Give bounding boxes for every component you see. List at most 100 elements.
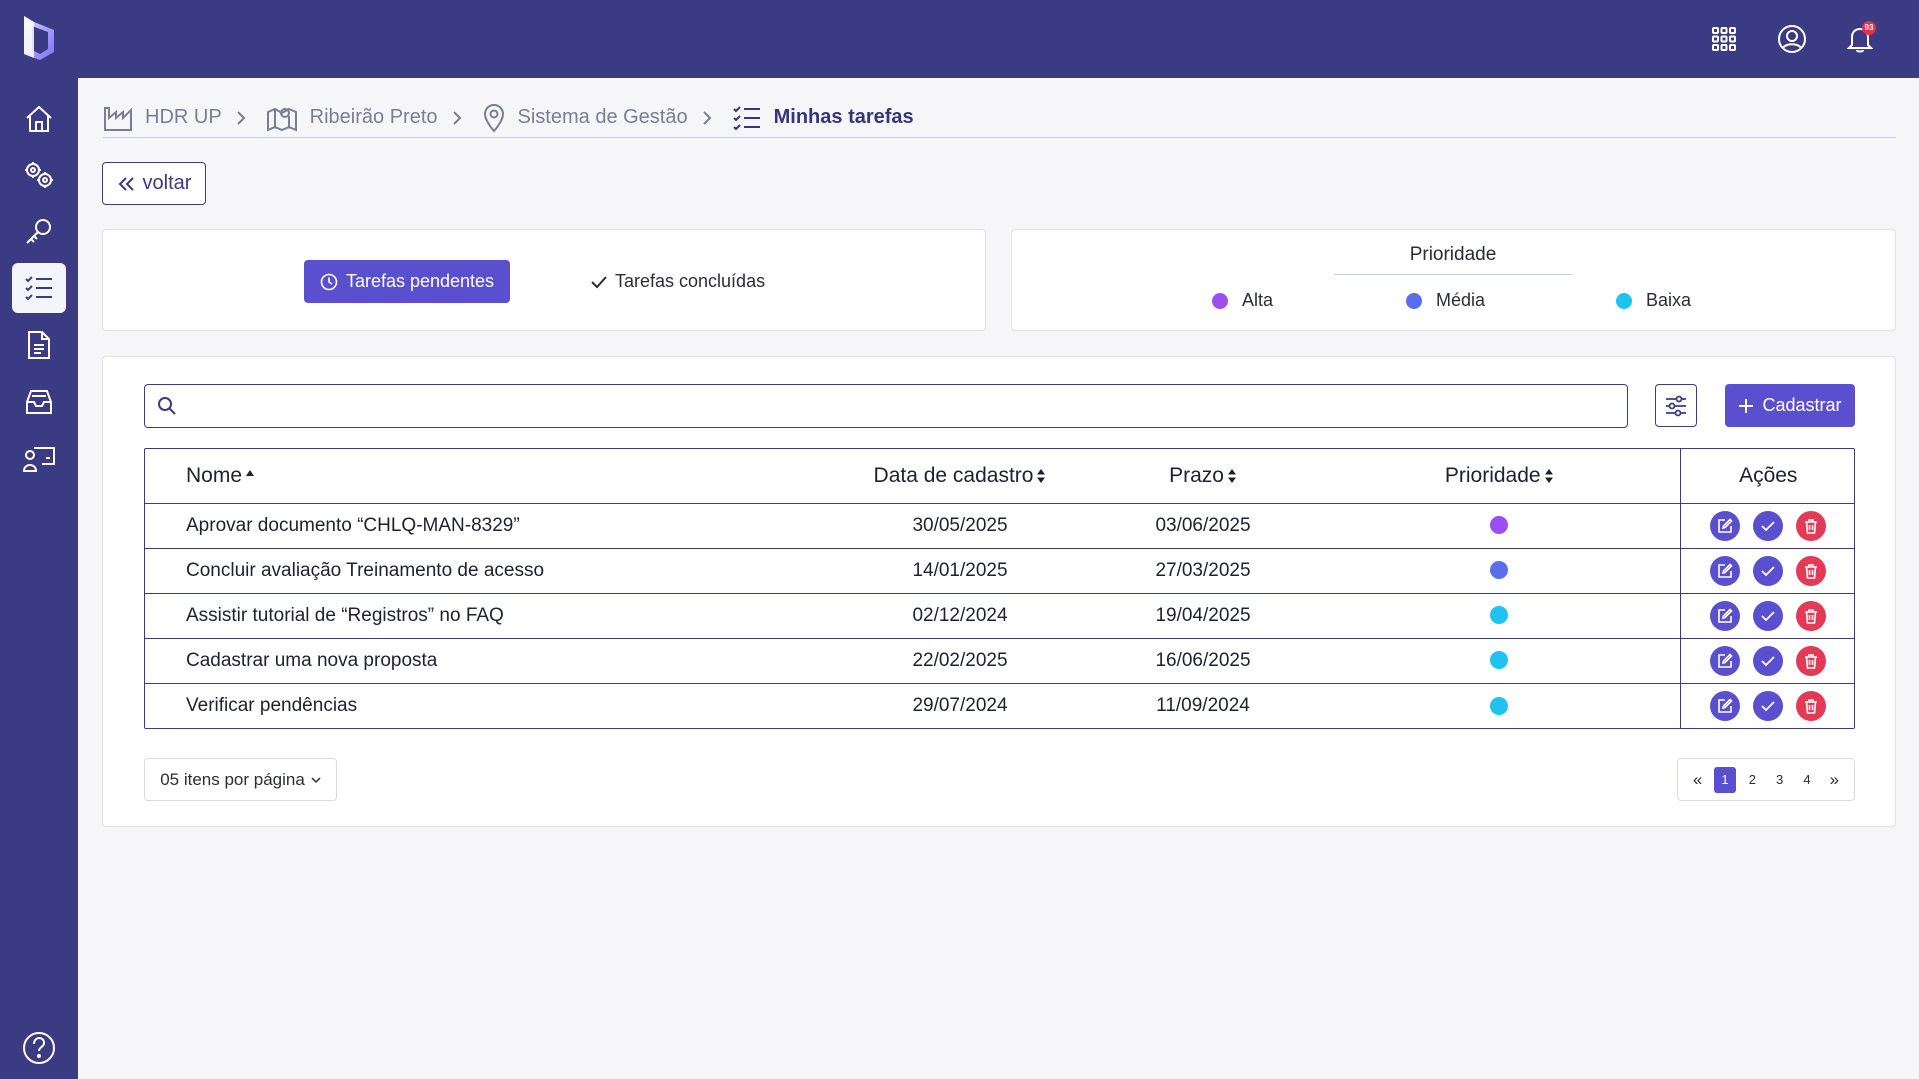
sidebar-item-inbox[interactable] xyxy=(12,377,66,427)
cell-actions xyxy=(1679,638,1854,684)
priority-dot xyxy=(1490,561,1509,580)
sidebar-item-tasks[interactable] xyxy=(12,263,66,313)
breadcrumb-item-hdr-up[interactable]: HDR UP xyxy=(103,104,222,132)
search-icon xyxy=(158,397,176,415)
gears-icon xyxy=(25,162,53,188)
back-button[interactable]: voltar xyxy=(102,162,206,205)
column-header-created[interactable]: Data de cadastro xyxy=(833,449,1087,504)
sidebar-item-training[interactable] xyxy=(12,434,66,484)
table-row: Concluir avaliação Treinamento de acesso… xyxy=(145,548,1854,594)
tab-pending-tasks[interactable]: Tarefas pendentes xyxy=(304,260,510,303)
cell-deadline: 27/03/2025 xyxy=(1087,548,1319,594)
delete-button[interactable] xyxy=(1796,555,1827,586)
legend-label: Alta xyxy=(1242,290,1274,310)
edit-icon xyxy=(1718,607,1733,623)
breadcrumb-item-ribeirao[interactable]: Ribeirão Preto xyxy=(266,104,438,132)
sidebar-item-settings[interactable] xyxy=(12,150,66,200)
pagination-first[interactable]: « xyxy=(1687,767,1709,793)
trash-icon xyxy=(1805,563,1818,579)
breadcrumb: HDR UP Ribeirão Preto Sistema de Gestão … xyxy=(103,98,1896,138)
add-task-button[interactable]: Cadastrar xyxy=(1725,384,1855,427)
pagination-last[interactable]: » xyxy=(1823,767,1845,793)
user-circle-icon[interactable] xyxy=(1773,20,1811,58)
complete-button[interactable] xyxy=(1753,600,1784,631)
complete-button[interactable] xyxy=(1753,645,1784,676)
app-logo[interactable] xyxy=(20,14,58,62)
edit-button[interactable] xyxy=(1710,645,1741,676)
pagination-page-2[interactable]: 2 xyxy=(1741,767,1763,793)
apps-grid-icon[interactable] xyxy=(1705,20,1743,58)
priority-dot xyxy=(1490,606,1509,625)
delete-button[interactable] xyxy=(1796,690,1827,721)
delete-button[interactable] xyxy=(1796,510,1827,541)
bell-icon[interactable]: 93 xyxy=(1841,20,1879,58)
pagination: « 1 2 3 4 » xyxy=(1677,758,1855,801)
table-row: Assistir tutorial de “Registros” no FAQ 0… xyxy=(145,593,1854,639)
delete-button[interactable] xyxy=(1796,600,1827,631)
column-header-priority[interactable]: Prioridade xyxy=(1319,449,1680,504)
legend-title: Prioridade xyxy=(1334,244,1572,275)
sidebar-item-documents[interactable] xyxy=(12,320,66,370)
column-header-label: Prioridade xyxy=(1444,463,1541,487)
cell-deadline: 19/04/2025 xyxy=(1087,593,1319,639)
cell-deadline: 16/06/2025 xyxy=(1087,638,1319,684)
complete-button[interactable] xyxy=(1753,510,1784,541)
sidebar-item-keys[interactable] xyxy=(12,206,66,256)
trash-icon xyxy=(1805,653,1818,669)
edit-button[interactable] xyxy=(1710,600,1741,631)
cell-deadline: 03/06/2025 xyxy=(1087,503,1319,549)
cell-actions xyxy=(1679,683,1854,728)
pagination-page-3[interactable]: 3 xyxy=(1769,767,1791,793)
delete-button[interactable] xyxy=(1796,645,1827,676)
column-header-label: Prazo xyxy=(1169,463,1224,487)
check-icon xyxy=(591,275,607,288)
column-header-name[interactable]: Nome xyxy=(145,449,833,504)
page-size-label: 05 itens por página xyxy=(160,769,305,789)
table-row: Cadastrar uma nova proposta 22/02/2025 16/… xyxy=(145,638,1854,684)
teacher-board-icon xyxy=(22,447,55,472)
chevron-down-icon xyxy=(311,776,321,783)
edit-button[interactable] xyxy=(1710,555,1741,586)
trash-icon xyxy=(1805,698,1818,714)
search-input[interactable] xyxy=(187,387,1627,425)
tab-label: Tarefas pendentes xyxy=(345,271,495,291)
table-row: Aprovar documento “CHLQ-MAN-8329” 30/05/2… xyxy=(145,503,1854,549)
priority-legend: Prioridade Alta Média Baixa xyxy=(1011,229,1896,331)
help-circle-icon xyxy=(23,1032,55,1064)
sort-up-icon xyxy=(246,470,255,477)
plus-icon xyxy=(1739,398,1754,413)
pagination-page-4[interactable]: 4 xyxy=(1796,767,1818,793)
pagination-page-1[interactable]: 1 xyxy=(1713,766,1736,793)
key-icon xyxy=(26,219,51,244)
tab-completed-tasks[interactable]: Tarefas concluídas xyxy=(591,260,765,303)
cell-priority xyxy=(1319,593,1680,639)
page-size-select[interactable]: 05 itens por página xyxy=(144,758,337,801)
edit-icon xyxy=(1718,517,1733,533)
chevron-right-icon xyxy=(236,110,246,126)
cell-created-date: 29/07/2024 xyxy=(912,694,1008,716)
column-header-deadline[interactable]: Prazo xyxy=(1087,449,1319,504)
location-pin-icon xyxy=(483,103,504,132)
sidebar-help[interactable] xyxy=(20,1029,58,1067)
complete-button[interactable] xyxy=(1753,690,1784,721)
column-header-label: Data de cadastro xyxy=(873,463,1034,487)
inbox-icon xyxy=(26,390,52,414)
legend-item-medium: Média xyxy=(1406,290,1485,311)
cell-task-name: Assistir tutorial de “Registros” no FAQ xyxy=(145,593,833,639)
chevron-right-icon xyxy=(702,110,712,126)
complete-button[interactable] xyxy=(1753,555,1784,586)
edit-button[interactable] xyxy=(1710,510,1741,541)
table-row: Verificar pendências 29/07/2024 11/09/2024 xyxy=(145,683,1854,728)
edit-button[interactable] xyxy=(1710,690,1741,721)
breadcrumb-item-sistema[interactable]: Sistema de Gestão xyxy=(482,103,688,133)
check-icon xyxy=(1761,701,1775,712)
cell-actions xyxy=(1679,503,1854,549)
cell-priority xyxy=(1319,683,1680,728)
sidebar-item-home[interactable] xyxy=(12,94,66,144)
sort-icon xyxy=(1227,469,1236,484)
legend-label: Média xyxy=(1436,290,1486,310)
legend-item-low: Baixa xyxy=(1616,290,1691,311)
sort-icon xyxy=(1544,469,1553,484)
filter-button[interactable] xyxy=(1655,384,1697,427)
breadcrumb-label: Ribeirão Preto xyxy=(309,106,438,128)
